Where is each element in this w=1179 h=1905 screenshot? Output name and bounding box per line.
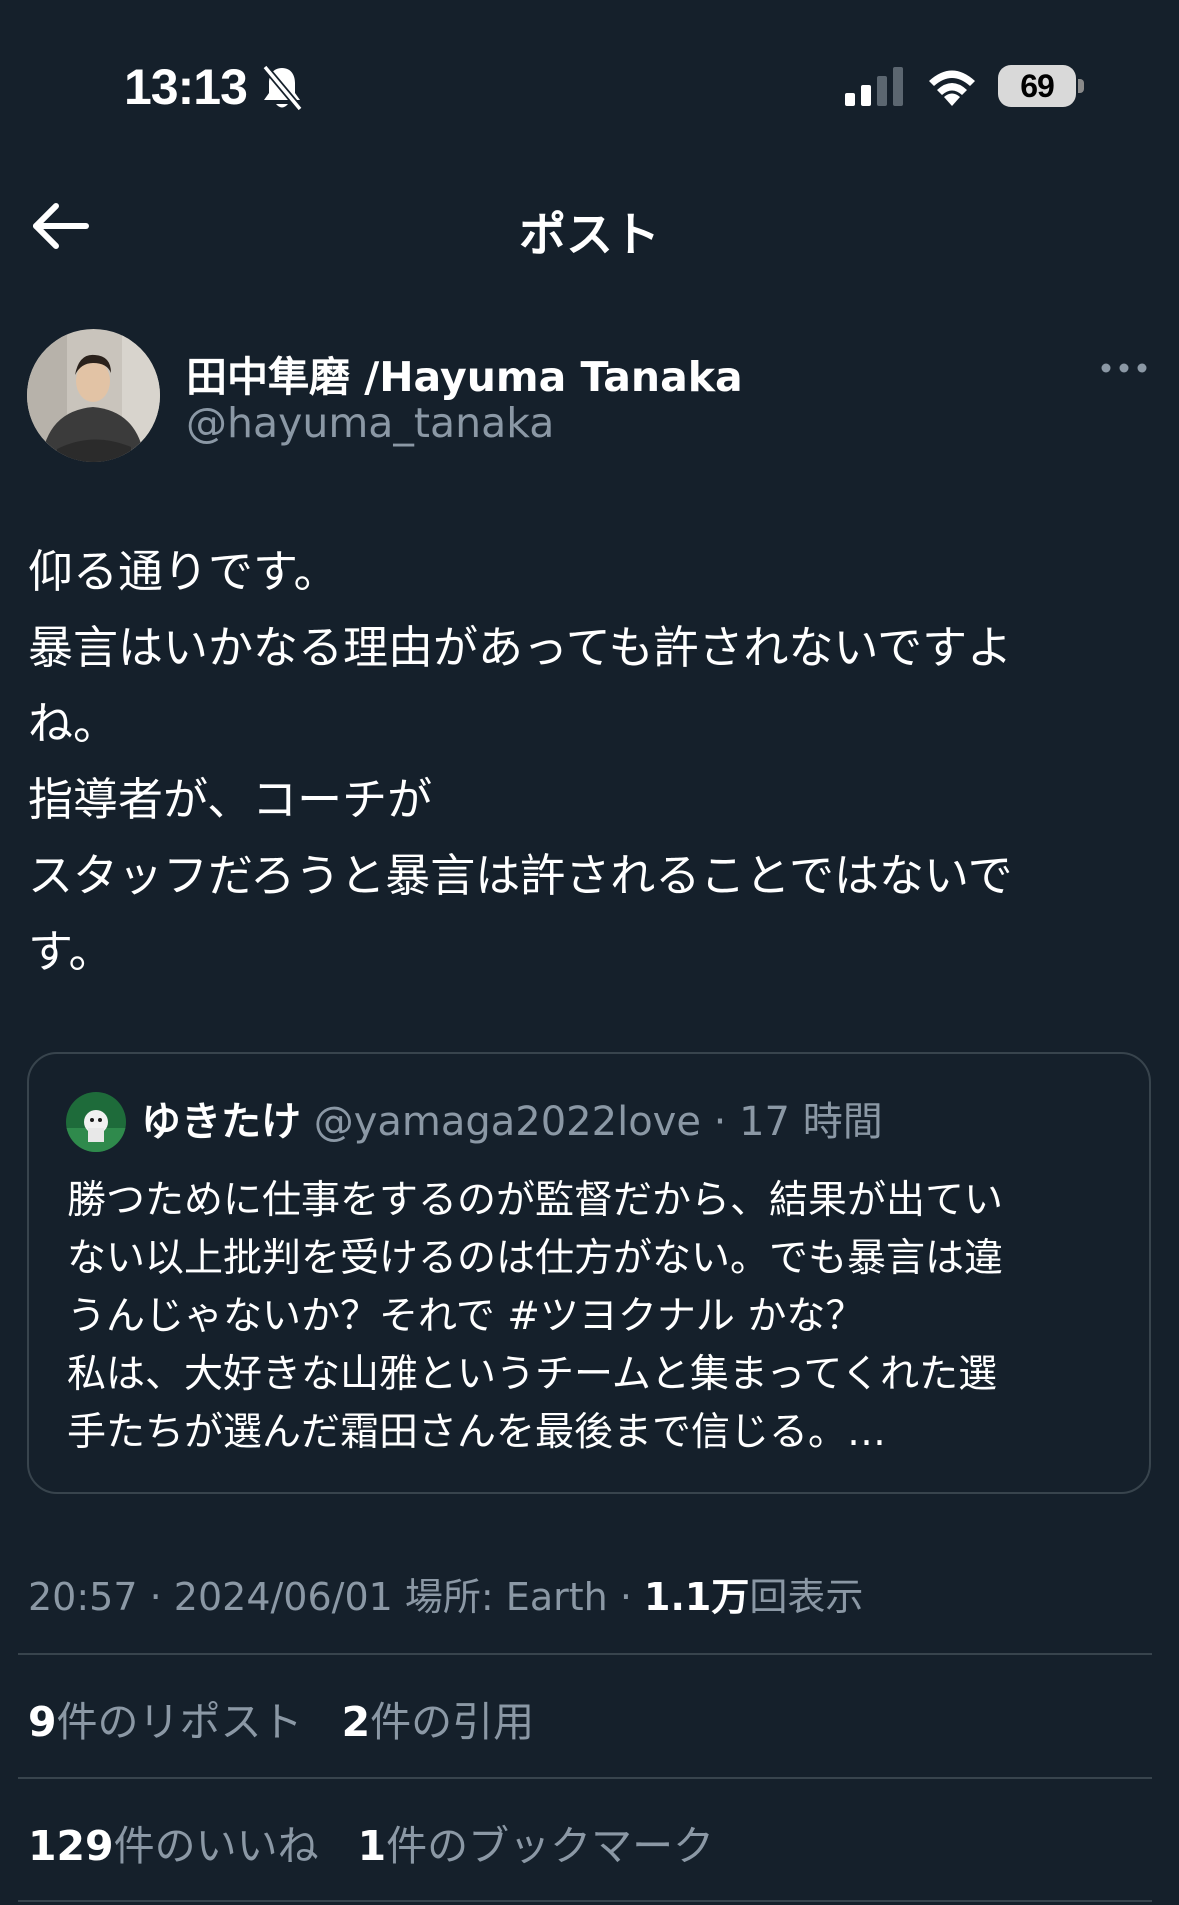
post-detail-screen: 13:13 69 ポスト 田中隼磨 /Hayuma Tanaka @hayuma… xyxy=(0,0,1179,1905)
post-location: 場所: Earth xyxy=(404,1575,608,1619)
wifi-icon xyxy=(929,70,975,106)
views-count: 1.1万 xyxy=(644,1575,750,1619)
quoted-text-segment: かな？ xyxy=(734,1294,865,1339)
quoted-post-text: 勝つために仕事をするのが監督だから、結果が出てい ない以上批判を受けるのは仕方が… xyxy=(67,1172,1127,1462)
repost-quote-stats: 9件のリポスト 2件の引用 xyxy=(28,1688,560,1748)
post-text-line: 指導者が、コーチが xyxy=(28,773,433,826)
post-text-line: ね。 xyxy=(28,697,119,750)
separator-dot: · xyxy=(619,1575,632,1619)
quoted-post-header: ゆきたけ @yamaga2022love · 17 時間 xyxy=(141,1094,883,1150)
bell-slash-icon xyxy=(262,64,303,112)
divider xyxy=(18,1900,1152,1902)
quoted-text-line: うんじゃないか？それで #ツヨクナル かな？ xyxy=(67,1288,1127,1346)
page-title: ポスト xyxy=(519,208,660,263)
quoted-text-segment: うんじゃないか？それで xyxy=(67,1294,508,1339)
quoted-author-name: ゆきたけ xyxy=(141,1099,301,1145)
divider xyxy=(18,1653,1152,1655)
post-text: 仰る通りです。 暴言はいかなる理由があっても許されないですよ ね。 指導者が、コ… xyxy=(28,534,1148,990)
cellular-signal-icon xyxy=(845,67,903,106)
bookmarks-label: 件のブックマーク xyxy=(386,1822,715,1870)
post-meta: 20:57 · 2024/06/01 場所: Earth · 1.1万回表示 xyxy=(28,1566,863,1621)
post-date: 2024/06/01 xyxy=(173,1575,393,1619)
quotes-count: 2 xyxy=(341,1698,371,1746)
quoted-text-line: 勝つために仕事をするのが監督だから、結果が出てい xyxy=(67,1178,1004,1223)
likes-count: 129 xyxy=(28,1822,114,1870)
author-display-name[interactable]: 田中隼磨 /Hayuma Tanaka xyxy=(186,343,743,403)
reposts-stat[interactable]: 9件のリポスト xyxy=(28,1698,303,1746)
post-text-line: す。 xyxy=(28,925,114,978)
separator-dot: · xyxy=(149,1575,162,1619)
separator-dot: · xyxy=(713,1099,727,1145)
divider xyxy=(18,1777,1152,1779)
likes-label: 件のいいね xyxy=(113,1822,319,1870)
reposts-label: 件のリポスト xyxy=(56,1698,303,1746)
likes-stat[interactable]: 129件のいいね xyxy=(28,1822,319,1870)
post-text-line: 仰る通りです。 xyxy=(28,545,339,598)
quoted-text-line: 手たちが選んだ霜田さんを最後まで信じる。… xyxy=(67,1410,887,1455)
bookmarks-stat[interactable]: 1件のブックマーク xyxy=(358,1822,715,1870)
quoted-author-handle: @yamaga2022love xyxy=(313,1099,701,1145)
status-time: 13:13 xyxy=(124,59,248,115)
post-time: 20:57 xyxy=(28,1575,138,1619)
quotes-label: 件の引用 xyxy=(370,1698,535,1746)
post-text-line: スタッフだろうと暴言は許されることではないで xyxy=(28,849,1013,902)
post-text-line: 暴言はいかなる理由があっても許されないですよ xyxy=(28,621,1013,674)
reposts-count: 9 xyxy=(28,1698,57,1746)
like-bookmark-stats: 129件のいいね 1件のブックマーク xyxy=(28,1812,740,1872)
more-options-button[interactable] xyxy=(1100,356,1148,380)
quoted-post-card[interactable]: ゆきたけ @yamaga2022love · 17 時間 勝つために仕事をするの… xyxy=(27,1052,1151,1494)
battery-cap xyxy=(1078,79,1084,93)
quoted-post-time: 17 時間 xyxy=(739,1099,883,1145)
quoted-text-line: ない以上批判を受けるのは仕方がない。でも暴言は違 xyxy=(67,1236,1004,1281)
quotes-stat[interactable]: 2件の引用 xyxy=(342,1698,535,1746)
views-stat[interactable]: 1.1万回表示 xyxy=(644,1575,863,1619)
author-avatar[interactable] xyxy=(27,329,160,462)
views-label: 回表示 xyxy=(749,1575,864,1619)
more-horizontal-icon xyxy=(1101,363,1147,373)
status-bar: 13:13 69 xyxy=(0,0,1179,170)
battery-icon: 69 xyxy=(998,65,1076,107)
quoted-text-line: 私は、大好きな山雅というチームと集まってくれた選 xyxy=(67,1352,998,1397)
bookmarks-count: 1 xyxy=(357,1822,387,1870)
hashtag-link[interactable]: #ツヨクナル xyxy=(507,1294,735,1339)
author-handle[interactable]: @hayuma_tanaka xyxy=(186,399,554,447)
quoted-author-avatar xyxy=(66,1092,126,1152)
